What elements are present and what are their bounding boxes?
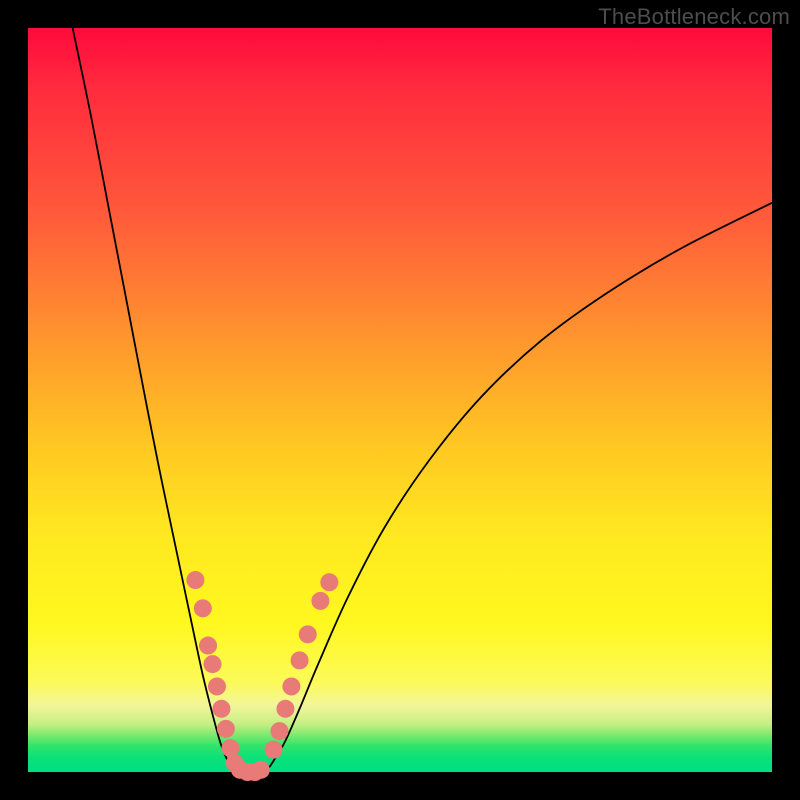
scatter-dot	[282, 677, 300, 695]
chart-frame: TheBottleneck.com	[0, 0, 800, 800]
scatter-dot	[199, 637, 217, 655]
scatter-dot	[291, 651, 309, 669]
curve-right-branch	[266, 203, 772, 772]
watermark-text: TheBottleneck.com	[598, 4, 790, 30]
scatter-dot	[311, 592, 329, 610]
scatter-dot	[276, 700, 294, 718]
scatter-dot	[299, 625, 317, 643]
scatter-dot	[212, 700, 230, 718]
scatter-dot	[270, 722, 288, 740]
scatter-dots	[186, 571, 338, 781]
scatter-dot	[208, 677, 226, 695]
scatter-dot	[320, 573, 338, 591]
scatter-dot	[204, 655, 222, 673]
scatter-dot	[186, 571, 204, 589]
scatter-dot	[252, 761, 270, 779]
chart-overlay	[28, 28, 772, 772]
scatter-dot	[194, 599, 212, 617]
scatter-dot	[217, 720, 235, 738]
scatter-dot	[265, 741, 283, 759]
